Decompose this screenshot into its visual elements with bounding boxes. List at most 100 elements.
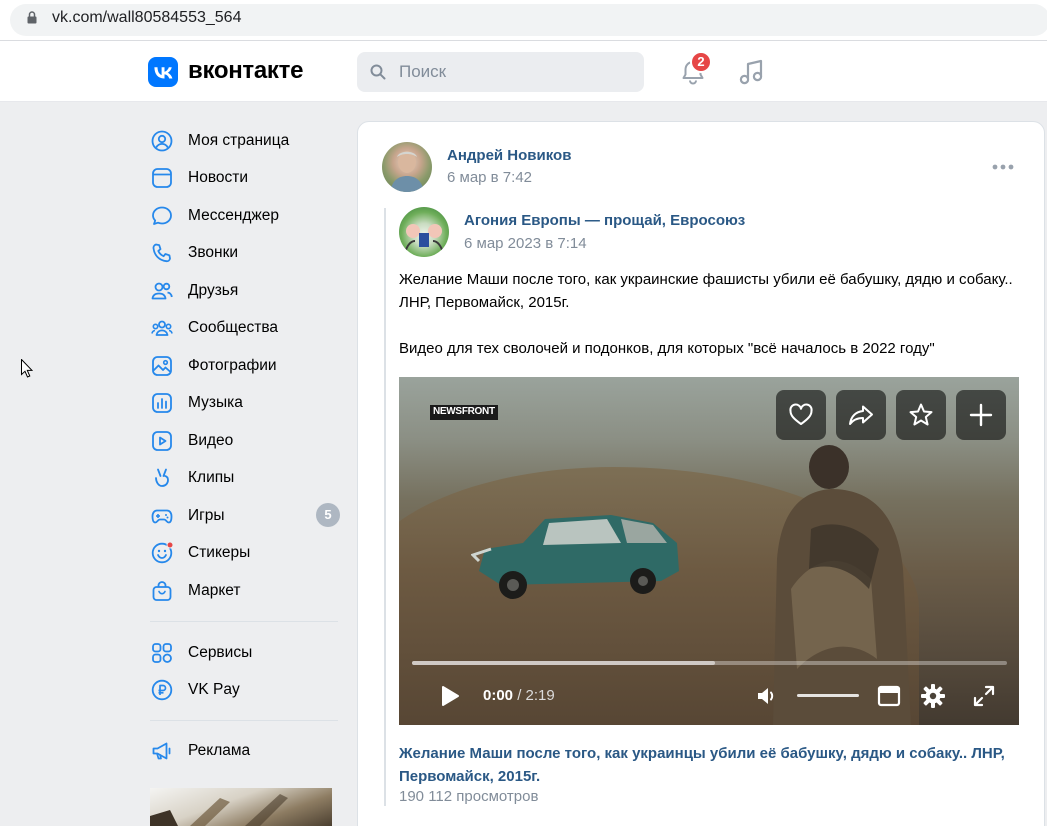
vk-logo-icon[interactable] <box>148 57 178 87</box>
search-box[interactable] <box>357 52 644 92</box>
heart-icon <box>789 403 813 425</box>
sidebar-item-friends[interactable]: Друзья <box>148 273 343 307</box>
apps-icon <box>152 643 172 663</box>
group-avatar[interactable] <box>399 207 449 257</box>
friends-icon <box>151 282 173 300</box>
post-text-paragraph: Желание Маши после того, как украинские … <box>399 271 1013 311</box>
video-add-button[interactable] <box>956 390 1006 440</box>
search-icon <box>370 64 386 80</box>
sidebar-item-label: Мессенджер <box>188 207 280 224</box>
sidebar-item-label: Фотографии <box>188 357 277 374</box>
sidebar-item-label: Клипы <box>188 469 235 486</box>
repost-line <box>384 208 386 806</box>
sidebar-item-label: Звонки <box>188 244 239 261</box>
sidebar-item-services[interactable]: Сервисы <box>148 635 343 669</box>
sidebar-divider <box>150 621 338 622</box>
megaphone-icon <box>152 742 171 760</box>
video-like-button[interactable] <box>776 390 826 440</box>
music-chart-icon <box>152 393 172 413</box>
sidebar-item-calls[interactable]: Звонки <box>148 235 343 269</box>
sidebar-item-label: Стикеры <box>188 544 251 561</box>
sidebar-item-label: VK Pay <box>188 681 240 698</box>
mouse-cursor-icon <box>21 359 33 378</box>
video-frame-car <box>471 515 679 599</box>
sidebar-item-vk-pay[interactable]: VK Pay <box>148 672 343 706</box>
news-icon <box>152 168 172 188</box>
smile-icon <box>151 542 173 564</box>
video-progress-bar[interactable] <box>412 661 1007 665</box>
volume-icon[interactable] <box>755 684 779 708</box>
vk-header: вконтакте 2 <box>0 41 1047 102</box>
search-input[interactable] <box>399 61 629 83</box>
volume-slider[interactable] <box>797 694 859 697</box>
vk-logo-text[interactable]: вконтакте <box>188 57 303 85</box>
video-current-time: 0:00 <box>483 687 514 704</box>
video-favorite-button[interactable] <box>896 390 946 440</box>
phone-icon <box>152 243 171 263</box>
sidebar-item-video[interactable]: Видео <box>148 423 343 457</box>
photo-icon <box>152 356 172 376</box>
settings-gear-icon[interactable] <box>920 683 946 709</box>
sidebar-item-ads[interactable]: Реклама <box>148 733 343 767</box>
miniplayer-icon[interactable] <box>877 685 901 707</box>
sidebar-item-photos[interactable]: Фотографии <box>148 348 343 382</box>
repost-group-name[interactable]: Агония Европы — прощай, Евросоюз <box>464 212 745 229</box>
video-frame-person <box>773 445 911 725</box>
user-circle-icon <box>151 130 173 152</box>
video-title-link[interactable]: Желание Маши после того, как украинцы уб… <box>399 742 1019 788</box>
sidebar-item-label: Игры <box>188 507 225 524</box>
play-icon[interactable] <box>439 684 461 708</box>
sidebar-item-label: Реклама <box>188 742 251 759</box>
sidebar-item-label: Моя страница <box>188 132 290 149</box>
message-icon <box>152 206 172 225</box>
repost-date[interactable]: 6 мар 2023 в 7:14 <box>464 235 587 252</box>
gamepad-icon <box>151 509 173 524</box>
video-buffered-bar <box>412 661 716 665</box>
video-player[interactable]: NEWSFRONT 0:00 / 2:19 <box>399 377 1019 725</box>
url-text[interactable]: vk.com/wall80584553_564 <box>52 9 241 27</box>
clips-icon <box>155 468 169 487</box>
author-avatar[interactable] <box>382 142 432 192</box>
sidebar-item-label: Музыка <box>188 394 243 411</box>
sidebar-item-market[interactable]: Маркет <box>148 573 343 607</box>
post-text-paragraph: Видео для тех сволочей и подонков, для к… <box>399 340 935 357</box>
video-share-button[interactable] <box>836 390 886 440</box>
ruble-icon <box>151 679 173 701</box>
sidebar-item-label: Видео <box>188 432 234 449</box>
video-icon <box>152 431 172 451</box>
video-duration: / 2:19 <box>517 687 555 704</box>
sidebar-item-clips[interactable]: Клипы <box>148 460 343 494</box>
sidebar-ad-image[interactable] <box>150 788 332 826</box>
lock-icon <box>27 11 37 24</box>
sidebar-divider <box>150 720 338 721</box>
sidebar-item-messenger[interactable]: Мессенджер <box>148 198 343 232</box>
browser-address-bar: vk.com/wall80584553_564 <box>0 0 1047 41</box>
music-icon[interactable] <box>738 57 766 87</box>
sidebar-item-label: Новости <box>188 169 249 186</box>
post-date[interactable]: 6 мар в 7:42 <box>447 169 532 186</box>
sidebar-item-news[interactable]: Новости <box>148 160 343 194</box>
more-options-icon[interactable] <box>990 157 1016 177</box>
sidebar-item-music[interactable]: Музыка <box>148 385 343 419</box>
bag-icon <box>152 581 172 601</box>
sidebar-item-games[interactable]: Игры 5 <box>148 498 343 532</box>
games-count-badge: 5 <box>316 503 340 527</box>
sidebar-item-label: Сообщества <box>188 319 279 336</box>
star-icon <box>909 403 933 426</box>
sidebar-item-label: Друзья <box>188 282 239 299</box>
sidebar-item-label: Сервисы <box>188 644 253 661</box>
video-views: 190 112 просмотров <box>399 788 539 805</box>
video-time: 0:00 / 2:19 <box>483 687 555 704</box>
sidebar-item-stickers[interactable]: Стикеры <box>148 535 343 569</box>
fullscreen-icon[interactable] <box>973 685 995 707</box>
post-text: Желание Маши после того, как украинские … <box>399 268 1029 383</box>
post-author-name[interactable]: Андрей Новиков <box>447 147 571 164</box>
video-watermark: NEWSFRONT <box>430 405 498 420</box>
sidebar-item-my-page[interactable]: Моя страница <box>148 123 343 157</box>
sidebar-item-label: Маркет <box>188 582 241 599</box>
notifications-badge: 2 <box>690 51 712 73</box>
plus-icon <box>969 403 993 427</box>
share-icon <box>849 405 873 425</box>
communities-icon <box>151 320 173 336</box>
sidebar-item-communities[interactable]: Сообщества <box>148 310 343 344</box>
